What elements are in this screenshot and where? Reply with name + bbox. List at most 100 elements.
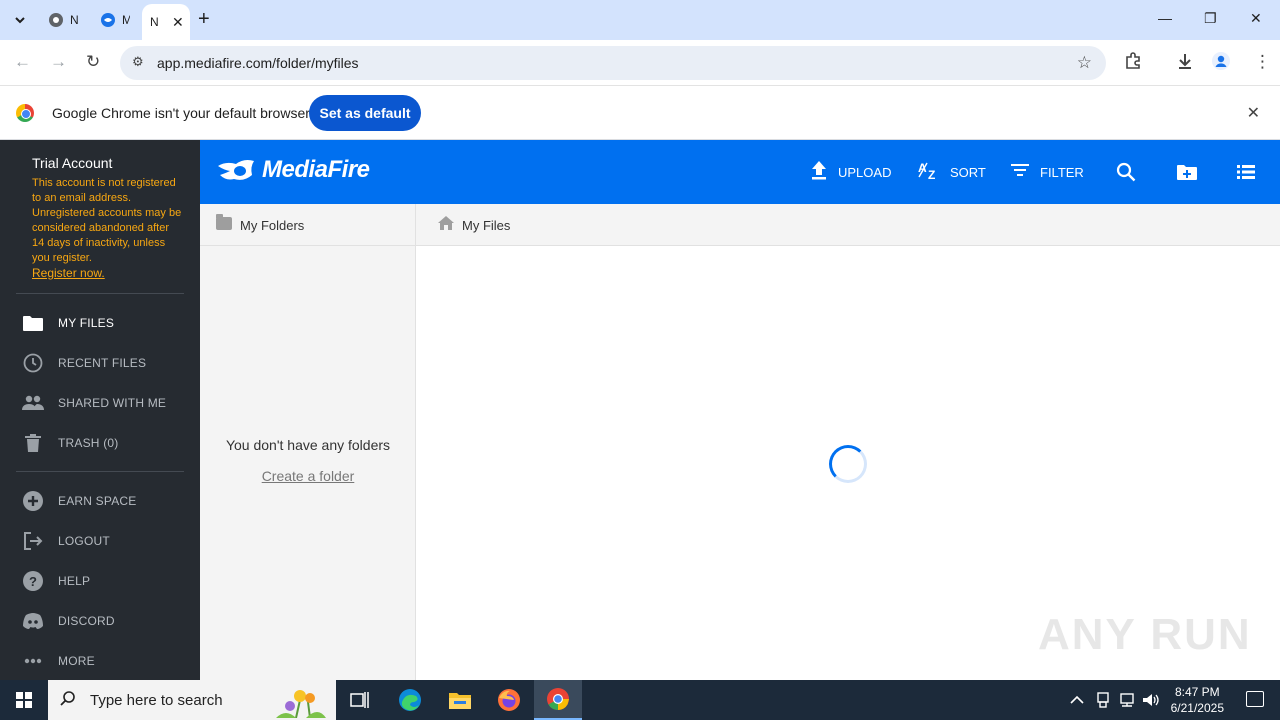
extensions-icon[interactable] — [1124, 52, 1142, 75]
notification-icon[interactable] — [1246, 691, 1264, 707]
sidebar-item-logout[interactable]: LOGOUT — [0, 521, 200, 561]
taskbar-search[interactable]: Type here to search — [48, 680, 336, 720]
tab-title: N — [70, 13, 78, 27]
breadcrumb: My Files — [416, 204, 1280, 246]
site-info-icon[interactable]: ⚙ — [132, 54, 148, 70]
discord-icon — [22, 610, 44, 632]
account-title: Trial Account — [32, 155, 113, 171]
tab-title: M — [122, 13, 130, 27]
firefox-icon — [498, 689, 520, 711]
browser-tab-1[interactable]: N — [48, 8, 88, 32]
search-icon — [60, 690, 76, 711]
browser-tab-2[interactable]: M — [100, 8, 140, 32]
create-folder-link[interactable]: Create a folder — [200, 468, 416, 484]
more-dots-icon — [22, 650, 44, 672]
sidebar-item-my-files[interactable]: MY FILES — [0, 303, 200, 343]
chevron-up-icon — [1070, 695, 1084, 704]
svg-text:Z: Z — [928, 168, 935, 180]
mediafire-header: MediaFire UPLOAD AZ SORT FILTER — [200, 140, 1280, 204]
sidebar-item-help[interactable]: ? HELP — [0, 561, 200, 601]
sidebar-divider — [16, 293, 184, 294]
help-icon: ? — [22, 570, 44, 592]
sidebar-item-label: DISCORD — [58, 614, 115, 628]
network-icon — [1120, 693, 1134, 707]
browser-tab-active[interactable]: N ✕ — [142, 4, 190, 40]
sidebar-item-more[interactable]: MORE — [0, 641, 200, 681]
url-text[interactable]: app.mediafire.com/folder/myfiles — [157, 55, 359, 71]
list-view-button[interactable] — [1237, 160, 1255, 184]
clock-time: 8:47 PM — [1174, 685, 1220, 699]
register-link[interactable]: Register now. — [32, 266, 105, 280]
download-icon[interactable] — [1176, 52, 1194, 75]
task-view-icon — [350, 692, 369, 708]
start-button[interactable] — [0, 680, 48, 720]
new-folder-button[interactable] — [1176, 160, 1198, 184]
filter-label: FILTER — [1040, 164, 1084, 180]
close-window-icon[interactable]: ✕ — [1250, 10, 1262, 27]
upload-icon — [810, 160, 828, 184]
chrome-globe-icon — [49, 13, 63, 27]
search-placeholder: Type here to search — [90, 691, 223, 709]
new-tab-button[interactable]: + — [198, 9, 210, 29]
edge-taskbar-button[interactable] — [386, 680, 434, 720]
search-button[interactable] — [1116, 160, 1136, 184]
people-icon — [22, 392, 44, 414]
chrome-taskbar-button[interactable] — [534, 680, 582, 720]
sidebar-item-shared[interactable]: SHARED WITH ME — [0, 383, 200, 423]
show-hidden-icons[interactable] — [1070, 680, 1084, 720]
sidebar-item-discord[interactable]: DISCORD — [0, 601, 200, 641]
kebab-menu-icon[interactable]: ⋮ — [1254, 52, 1271, 72]
home-icon[interactable] — [438, 216, 454, 234]
chrome-icon — [547, 688, 569, 710]
tab-strip: N M N ✕ + — ❐ ✕ — [0, 0, 1280, 40]
device-tray-icon[interactable] — [1096, 680, 1110, 720]
sidebar-item-label: MY FILES — [58, 316, 115, 330]
loading-spinner — [829, 445, 867, 483]
bookmark-star-icon[interactable]: ☆ — [1077, 53, 1092, 73]
plus-circle-icon — [22, 490, 44, 512]
filter-icon — [1010, 162, 1030, 182]
minimize-icon[interactable]: — — [1158, 10, 1172, 26]
close-infobar-icon[interactable]: ✕ — [1247, 103, 1260, 123]
upload-button[interactable]: UPLOAD — [810, 160, 891, 184]
close-tab-icon[interactable]: ✕ — [172, 14, 184, 31]
clock-date: 6/21/2025 — [1170, 701, 1224, 715]
chevron-down-icon — [15, 17, 25, 24]
account-warning: This account is not registered to an ema… — [32, 177, 182, 264]
folder-plus-icon — [1177, 165, 1197, 180]
network-tray-icon[interactable] — [1118, 680, 1136, 720]
infobar-message: Google Chrome isn't your default browser — [52, 105, 310, 121]
forward-arrow-icon[interactable]: → — [50, 52, 67, 72]
sidebar-item-label: RECENT FILES — [58, 356, 147, 370]
sort-button[interactable]: AZ SORT — [918, 160, 986, 184]
filter-button[interactable]: FILTER — [1010, 160, 1084, 184]
sidebar-item-earn-space[interactable]: EARN SPACE — [0, 481, 200, 521]
usb-device-icon — [1097, 692, 1109, 708]
folder-icon — [216, 214, 232, 230]
sidebar-divider — [16, 471, 184, 472]
profile-icon[interactable] — [1212, 52, 1230, 75]
svg-text:A: A — [918, 161, 927, 175]
watermark: ANY RUN — [1038, 610, 1252, 659]
sidebar-item-label: LOGOUT — [58, 534, 110, 548]
sidebar-item-label: EARN SPACE — [58, 494, 137, 508]
breadcrumb-my-files[interactable]: My Files — [462, 218, 510, 233]
logout-icon — [22, 530, 44, 552]
empty-folders-message: You don't have any folders — [225, 437, 391, 453]
sidebar-item-recent-files[interactable]: RECENT FILES — [0, 343, 200, 383]
task-view-button[interactable] — [336, 680, 384, 720]
restore-icon[interactable]: ❐ — [1204, 10, 1217, 27]
address-bar[interactable]: ⚙ app.mediafire.com/folder/myfiles ☆ — [120, 46, 1106, 80]
reload-icon[interactable]: ↻ — [86, 52, 100, 72]
tab-search-button[interactable] — [8, 8, 32, 32]
download-arrow-icon — [1179, 54, 1191, 69]
system-clock[interactable]: 8:47 PM 6/21/2025 — [1171, 684, 1224, 716]
avatar-icon — [1212, 52, 1230, 70]
file-explorer-taskbar-button[interactable] — [436, 680, 484, 720]
back-arrow-icon[interactable]: ← — [14, 52, 31, 72]
firefox-taskbar-button[interactable] — [485, 680, 533, 720]
mediafire-logo[interactable]: MediaFire — [216, 156, 370, 184]
sidebar-item-trash[interactable]: TRASH (0) — [0, 423, 200, 463]
set-as-default-button[interactable]: Set as default — [309, 95, 421, 131]
volume-tray-icon[interactable] — [1142, 680, 1160, 720]
